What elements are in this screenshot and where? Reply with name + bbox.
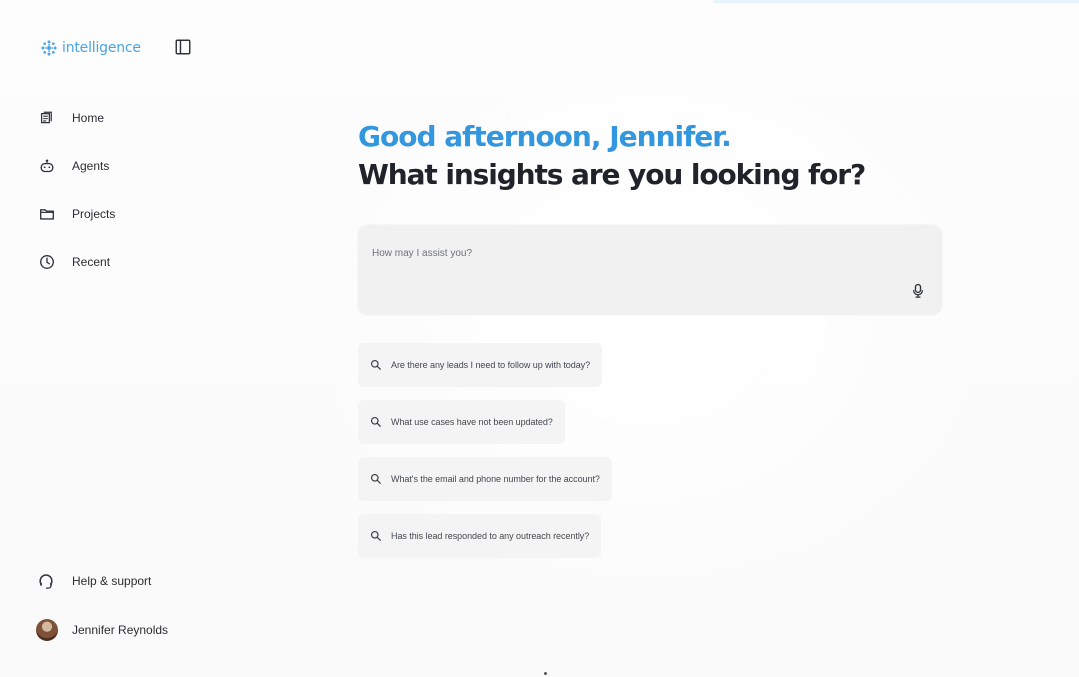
avatar xyxy=(36,619,58,641)
assistant-input[interactable] xyxy=(372,239,892,267)
suggestion-chip[interactable]: What use cases have not been updated? xyxy=(358,400,565,444)
main-content: Good afternoon, Jennifer. What insights … xyxy=(358,118,948,558)
insights-question: What insights are you looking for? xyxy=(358,158,866,191)
suggestion-text: Are there any leads I need to follow up … xyxy=(391,360,591,370)
home-icon xyxy=(40,111,52,124)
sidebar-item-label: Agents xyxy=(72,159,110,173)
agent-icon xyxy=(40,159,54,173)
folder-icon xyxy=(40,209,54,220)
suggestion-chip[interactable]: What's the email and phone number for th… xyxy=(358,457,612,501)
brand-name: intelligence xyxy=(62,40,141,56)
search-icon xyxy=(370,530,381,541)
brand[interactable]: intelligence xyxy=(40,37,141,59)
help-support-label: Help & support xyxy=(72,574,152,588)
headset-icon xyxy=(39,574,53,589)
sidebar-item-recent[interactable]: Recent xyxy=(38,248,218,276)
app-window: intelligence Home Agents Projects Recent… xyxy=(0,0,1079,677)
help-support-link[interactable]: Help & support xyxy=(36,568,226,594)
sidebar: intelligence Home Agents Projects Recent… xyxy=(0,0,250,677)
search-icon xyxy=(370,473,381,484)
sidebar-item-agents[interactable]: Agents xyxy=(38,152,218,180)
intelligence-logo-icon xyxy=(41,40,57,56)
sidebar-nav: Home Agents Projects Recent xyxy=(38,104,218,296)
panel-left-icon[interactable] xyxy=(174,38,192,56)
sidebar-item-label: Home xyxy=(72,111,105,125)
greeting-title: Good afternoon, Jennifer. xyxy=(358,120,732,153)
suggestion-text: Has this lead responded to any outreach … xyxy=(391,531,590,541)
suggestion-text: What's the email and phone number for th… xyxy=(391,474,600,484)
sidebar-footer: Help & support Jennifer Reynolds xyxy=(36,568,226,666)
user-profile[interactable]: Jennifer Reynolds xyxy=(36,617,226,643)
bottom-dot xyxy=(544,672,547,675)
search-icon xyxy=(370,416,381,427)
top-accent-bar xyxy=(713,0,1079,3)
suggestion-list: Are there any leads I need to follow up … xyxy=(358,343,718,571)
chat-composer[interactable] xyxy=(358,225,942,315)
sidebar-item-home[interactable]: Home xyxy=(38,104,218,132)
microphone-icon[interactable] xyxy=(909,282,927,300)
clock-icon xyxy=(40,255,54,269)
sidebar-item-projects[interactable]: Projects xyxy=(38,200,218,228)
sidebar-item-label: Projects xyxy=(72,207,116,221)
user-name: Jennifer Reynolds xyxy=(72,623,169,637)
suggestion-text: What use cases have not been updated? xyxy=(391,417,553,427)
search-icon xyxy=(370,359,381,370)
suggestion-chip[interactable]: Are there any leads I need to follow up … xyxy=(358,343,603,387)
sidebar-item-label: Recent xyxy=(72,255,111,269)
suggestion-chip[interactable]: Has this lead responded to any outreach … xyxy=(358,514,602,558)
